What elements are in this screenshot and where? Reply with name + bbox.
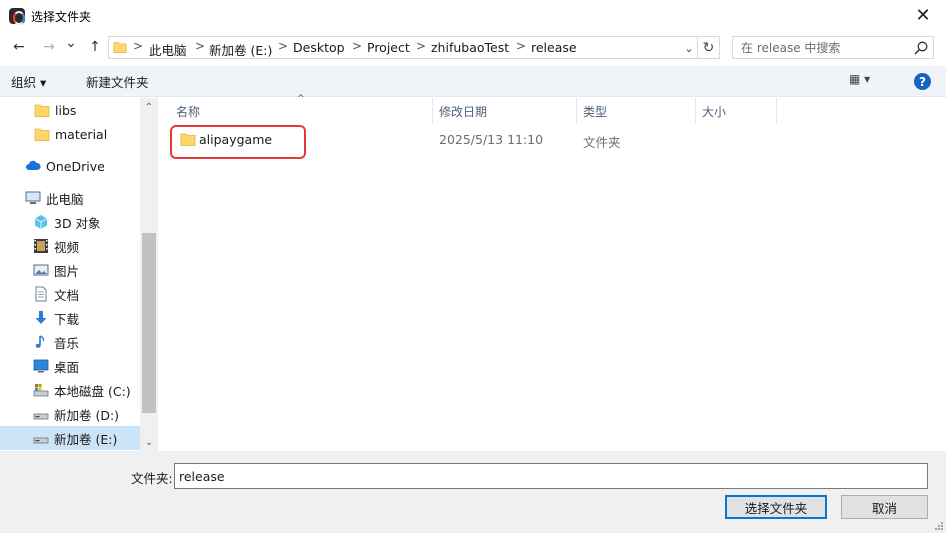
search-input[interactable]: [733, 37, 911, 58]
file-modified: 2025/5/13 11:10: [439, 132, 544, 147]
nav-item-label: 此电脑: [46, 191, 84, 207]
forward-button[interactable]: →: [38, 36, 60, 58]
nav-item-label: 新加卷 (E:): [54, 431, 118, 447]
address-bar[interactable]: > 此电脑 > 新加卷 (E:) > Desktop > Project > z…: [108, 36, 698, 59]
close-button[interactable]: ✕: [900, 0, 946, 31]
nav-item-3d-objects[interactable]: 3D 对象: [0, 210, 140, 234]
breadcrumb-separator[interactable]: >: [416, 39, 426, 53]
column-header-label: 大小: [702, 104, 727, 119]
folder-icon: [34, 128, 50, 141]
pictures-icon: [33, 264, 49, 276]
file-type: 文件夹: [583, 135, 621, 150]
refresh-button[interactable]: ↻: [698, 36, 720, 59]
3d-objects-icon: [34, 215, 48, 229]
breadcrumb-separator[interactable]: >: [516, 39, 526, 53]
nav-item-material[interactable]: material: [0, 122, 140, 146]
nav-item-videos[interactable]: 视频: [0, 234, 140, 258]
cancel-button[interactable]: 取消: [841, 495, 928, 519]
search-box[interactable]: [732, 36, 934, 59]
scroll-up-button[interactable]: ⌃: [140, 98, 158, 116]
scroll-thumb[interactable]: [142, 233, 156, 413]
nav-item-drive-d[interactable]: 新加卷 (D:): [0, 402, 140, 426]
nav-item-label: 图片: [54, 263, 80, 279]
drive-icon: [33, 413, 49, 420]
nav-item-label: 本地磁盘 (C:): [54, 383, 131, 399]
nav-item-documents[interactable]: 文档: [0, 282, 140, 306]
recent-locations-button[interactable]: ⌄: [62, 32, 80, 54]
breadcrumb-desktop[interactable]: Desktop: [293, 40, 345, 55]
nav-item-label: 下载: [54, 311, 80, 327]
breadcrumb-separator[interactable]: >: [278, 39, 288, 53]
new-folder-button[interactable]: 新建文件夹: [86, 72, 149, 91]
breadcrumb-release[interactable]: release: [531, 40, 577, 55]
breadcrumb-drive-e[interactable]: 新加卷 (E:): [209, 40, 272, 59]
select-folder-button[interactable]: 选择文件夹: [725, 495, 827, 519]
title-bar: 选择文件夹 ✕: [0, 0, 946, 32]
column-header-size[interactable]: 大小: [696, 98, 777, 124]
cloud-icon: [26, 160, 41, 170]
nav-item-desktop[interactable]: 桌面: [0, 354, 140, 378]
desktop-icon: [33, 359, 49, 373]
breadcrumb-separator[interactable]: >: [133, 39, 143, 53]
nav-item-label: libs: [55, 102, 77, 118]
folder-name-input[interactable]: [174, 463, 928, 489]
command-bar: 组织 ▾ 新建文件夹 ▦ ▾: [0, 66, 946, 97]
music-icon: [35, 335, 45, 348]
nav-item-this-pc[interactable]: 此电脑: [0, 186, 140, 210]
nav-item-drive-c[interactable]: 本地磁盘 (C:): [0, 378, 140, 402]
dialog-footer: 文件夹: 选择文件夹 取消: [0, 451, 946, 533]
drive-icon: [33, 437, 49, 444]
nav-item-downloads[interactable]: 下载: [0, 306, 140, 330]
address-dropdown-button[interactable]: ⌄: [682, 39, 696, 57]
resize-grip-icon[interactable]: [934, 521, 944, 531]
breadcrumb-this-pc[interactable]: 此电脑: [149, 40, 187, 59]
breadcrumb-project[interactable]: Project: [367, 40, 410, 55]
navigation-scrollbar[interactable]: ⌃ ⌄: [140, 98, 158, 451]
folder-label: 文件夹:: [131, 471, 173, 486]
nav-item-label: 新加卷 (D:): [54, 407, 120, 423]
nav-item-libs[interactable]: libs: [0, 98, 140, 122]
nav-item-label: 音乐: [54, 335, 80, 351]
nav-item-label: 3D 对象: [54, 215, 101, 231]
video-icon: [34, 239, 48, 253]
nav-item-label: 视频: [54, 239, 80, 255]
highlight-box: [170, 125, 306, 159]
nav-item-label: 文档: [54, 287, 80, 303]
column-header-date[interactable]: 修改日期: [433, 98, 577, 124]
app-icon: [9, 8, 25, 25]
column-header-label: 类型: [583, 104, 608, 119]
column-header-type[interactable]: 类型: [577, 98, 696, 124]
nav-item-music[interactable]: 音乐: [0, 330, 140, 354]
scroll-down-button[interactable]: ⌄: [140, 433, 158, 451]
nav-item-onedrive[interactable]: OneDrive: [0, 154, 140, 178]
file-list[interactable]: 名称 ^ 修改日期 类型 大小 alipaygame 2025/5/13 11:…: [160, 94, 946, 451]
navigation-pane[interactable]: libs material OneDrive 此电脑 3D 对象 视频 图片 文…: [0, 98, 158, 451]
window-title: 选择文件夹: [31, 10, 92, 24]
sort-arrow-icon: ^: [297, 94, 305, 104]
breadcrumb-separator[interactable]: >: [352, 39, 362, 53]
nav-item-label: OneDrive: [46, 158, 105, 174]
computer-icon: [25, 191, 41, 204]
column-header-label: 修改日期: [439, 104, 488, 119]
back-button[interactable]: ←: [8, 36, 30, 58]
help-button[interactable]: ?: [914, 73, 931, 90]
change-view-button[interactable]: ▦ ▾: [849, 72, 889, 90]
column-header-label: 名称: [176, 104, 201, 119]
breadcrumb-separator[interactable]: >: [195, 39, 205, 53]
organize-button[interactable]: 组织 ▾: [11, 72, 46, 91]
breadcrumb-zhifubaotest[interactable]: zhifubaoTest: [431, 40, 509, 55]
nav-item-label: 桌面: [54, 359, 80, 375]
download-icon: [35, 311, 47, 324]
search-icon[interactable]: [913, 40, 929, 56]
nav-item-pictures[interactable]: 图片: [0, 258, 140, 282]
nav-item-label: material: [55, 126, 108, 142]
folder-icon: [34, 104, 50, 117]
folder-icon: [113, 42, 127, 54]
up-button[interactable]: ↑: [84, 36, 106, 58]
documents-icon: [35, 286, 47, 302]
nav-item-drive-e[interactable]: 新加卷 (E:): [0, 426, 140, 450]
system-drive-icon: [33, 384, 49, 397]
